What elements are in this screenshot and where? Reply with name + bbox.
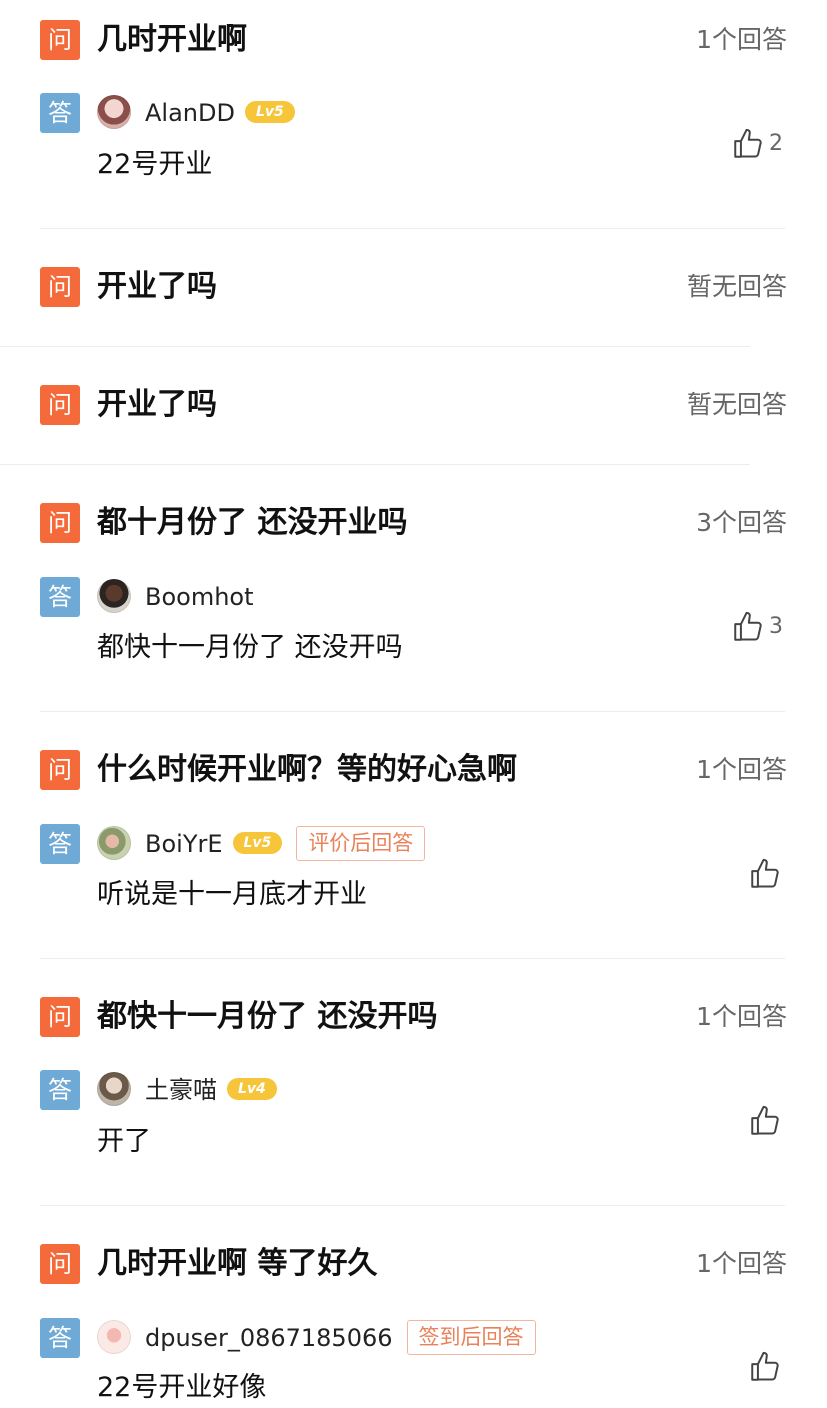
question-title[interactable]: 都十月份了 还没开业吗 (97, 503, 407, 543)
answer-count[interactable]: 暂无回答 (687, 267, 787, 307)
thumbs-up-icon (751, 1105, 779, 1135)
answer-source-tag: 评价后回答 (296, 825, 426, 861)
question-badge: 问 (40, 997, 80, 1037)
user-avatar[interactable] (97, 95, 131, 129)
question-badge: 问 (40, 385, 80, 425)
answer-text[interactable]: 开了 (97, 1122, 151, 1162)
answer-header: 答 Boomhot (0, 577, 827, 617)
like-count: 2 (769, 131, 783, 156)
level-badge: Lv5 (232, 832, 283, 854)
like-button[interactable] (748, 1347, 782, 1387)
answer-badge: 答 (40, 577, 80, 617)
level-badge: Lv5 (244, 101, 295, 123)
question-row[interactable]: 问 几时开业啊 等了好久 1个回答 (0, 1244, 827, 1284)
question-row[interactable]: 问 都十月份了 还没开业吗 3个回答 (0, 503, 827, 543)
question-row[interactable]: 问 都快十一月份了 还没开吗 1个回答 (0, 997, 827, 1037)
answer-count[interactable]: 1个回答 (696, 997, 787, 1037)
username[interactable]: dpuser_0867185066 (145, 1324, 393, 1352)
question-row[interactable]: 问 开业了吗 暂无回答 (0, 267, 827, 307)
username[interactable]: 土豪喵 (145, 1076, 217, 1104)
like-button[interactable] (748, 854, 782, 894)
thumbs-up-icon (751, 858, 779, 888)
answer-header: 答 土豪喵 Lv4 (0, 1070, 827, 1110)
answer-count[interactable]: 1个回答 (696, 1244, 787, 1284)
answer-header: 答 dpuser_0867185066 签到后回答 (0, 1318, 827, 1358)
divider (40, 958, 785, 959)
answer-source-tag: 签到后回答 (406, 1319, 536, 1355)
question-title[interactable]: 几时开业啊 (97, 20, 247, 60)
question-title[interactable]: 开业了吗 (97, 385, 217, 425)
divider (0, 346, 750, 347)
like-count: 3 (769, 614, 783, 639)
like-button[interactable]: 2 (731, 124, 783, 164)
answer-header: 答 AlanDD Lv5 (0, 93, 827, 133)
answer-count[interactable]: 1个回答 (696, 20, 787, 60)
username[interactable]: Boomhot (145, 583, 254, 611)
answer-count[interactable]: 1个回答 (696, 750, 787, 790)
like-button[interactable] (748, 1101, 782, 1141)
thumbs-up-icon (734, 128, 762, 158)
answer-text[interactable]: 听说是十一月底才开业 (97, 875, 367, 915)
question-title[interactable]: 几时开业啊 等了好久 (97, 1244, 377, 1284)
question-row[interactable]: 问 开业了吗 暂无回答 (0, 385, 827, 425)
question-badge: 问 (40, 503, 80, 543)
thumbs-up-icon (751, 1351, 779, 1381)
answer-text[interactable]: 22号开业好像 (97, 1368, 266, 1408)
user-avatar[interactable] (97, 826, 131, 860)
answer-text[interactable]: 都快十一月份了 还没开吗 (97, 628, 403, 668)
answer-badge: 答 (40, 1070, 80, 1110)
level-badge: Lv4 (227, 1078, 277, 1100)
username[interactable]: BoiYrE (145, 830, 223, 858)
question-badge: 问 (40, 267, 80, 307)
answer-badge: 答 (40, 93, 80, 133)
divider (40, 711, 785, 712)
thumbs-up-icon (734, 611, 762, 641)
answer-header: 答 BoiYrE Lv5 评价后回答 (0, 824, 827, 864)
question-row[interactable]: 问 什么时候开业啊？等的好心急啊 1个回答 (0, 750, 827, 790)
question-row[interactable]: 问 几时开业啊 1个回答 (0, 20, 827, 60)
answer-text[interactable]: 22号开业 (97, 145, 212, 185)
like-button[interactable]: 3 (731, 607, 783, 647)
divider (40, 228, 785, 229)
question-title[interactable]: 什么时候开业啊？等的好心急啊 (97, 750, 517, 790)
answer-count[interactable]: 3个回答 (696, 503, 787, 543)
question-title[interactable]: 都快十一月份了 还没开吗 (97, 997, 437, 1037)
user-avatar[interactable] (97, 579, 131, 613)
divider (40, 1205, 785, 1206)
divider (0, 464, 750, 465)
question-badge: 问 (40, 1244, 80, 1284)
answer-count[interactable]: 暂无回答 (687, 385, 787, 425)
question-badge: 问 (40, 750, 80, 790)
username[interactable]: AlanDD (145, 99, 235, 127)
answer-badge: 答 (40, 824, 80, 864)
question-title[interactable]: 开业了吗 (97, 267, 217, 307)
answer-badge: 答 (40, 1318, 80, 1358)
question-badge: 问 (40, 20, 80, 60)
user-avatar[interactable] (97, 1072, 131, 1106)
user-avatar[interactable] (97, 1320, 131, 1354)
